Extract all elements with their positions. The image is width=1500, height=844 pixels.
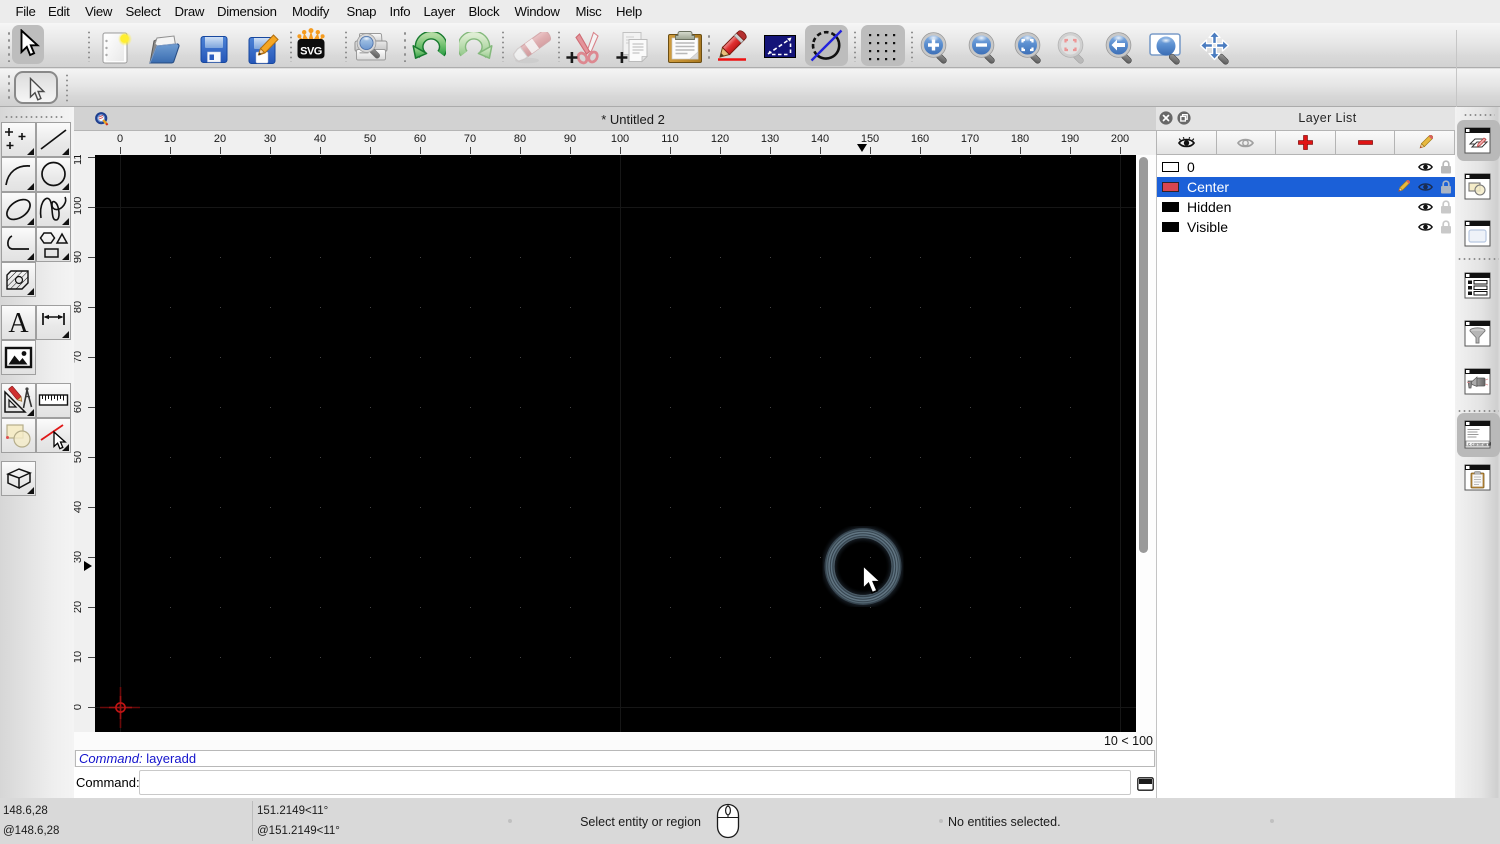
svg-text:A: A bbox=[8, 308, 29, 339]
svg-text:c command: c command bbox=[1468, 442, 1491, 447]
svg-text:SVG: SVG bbox=[300, 46, 322, 58]
